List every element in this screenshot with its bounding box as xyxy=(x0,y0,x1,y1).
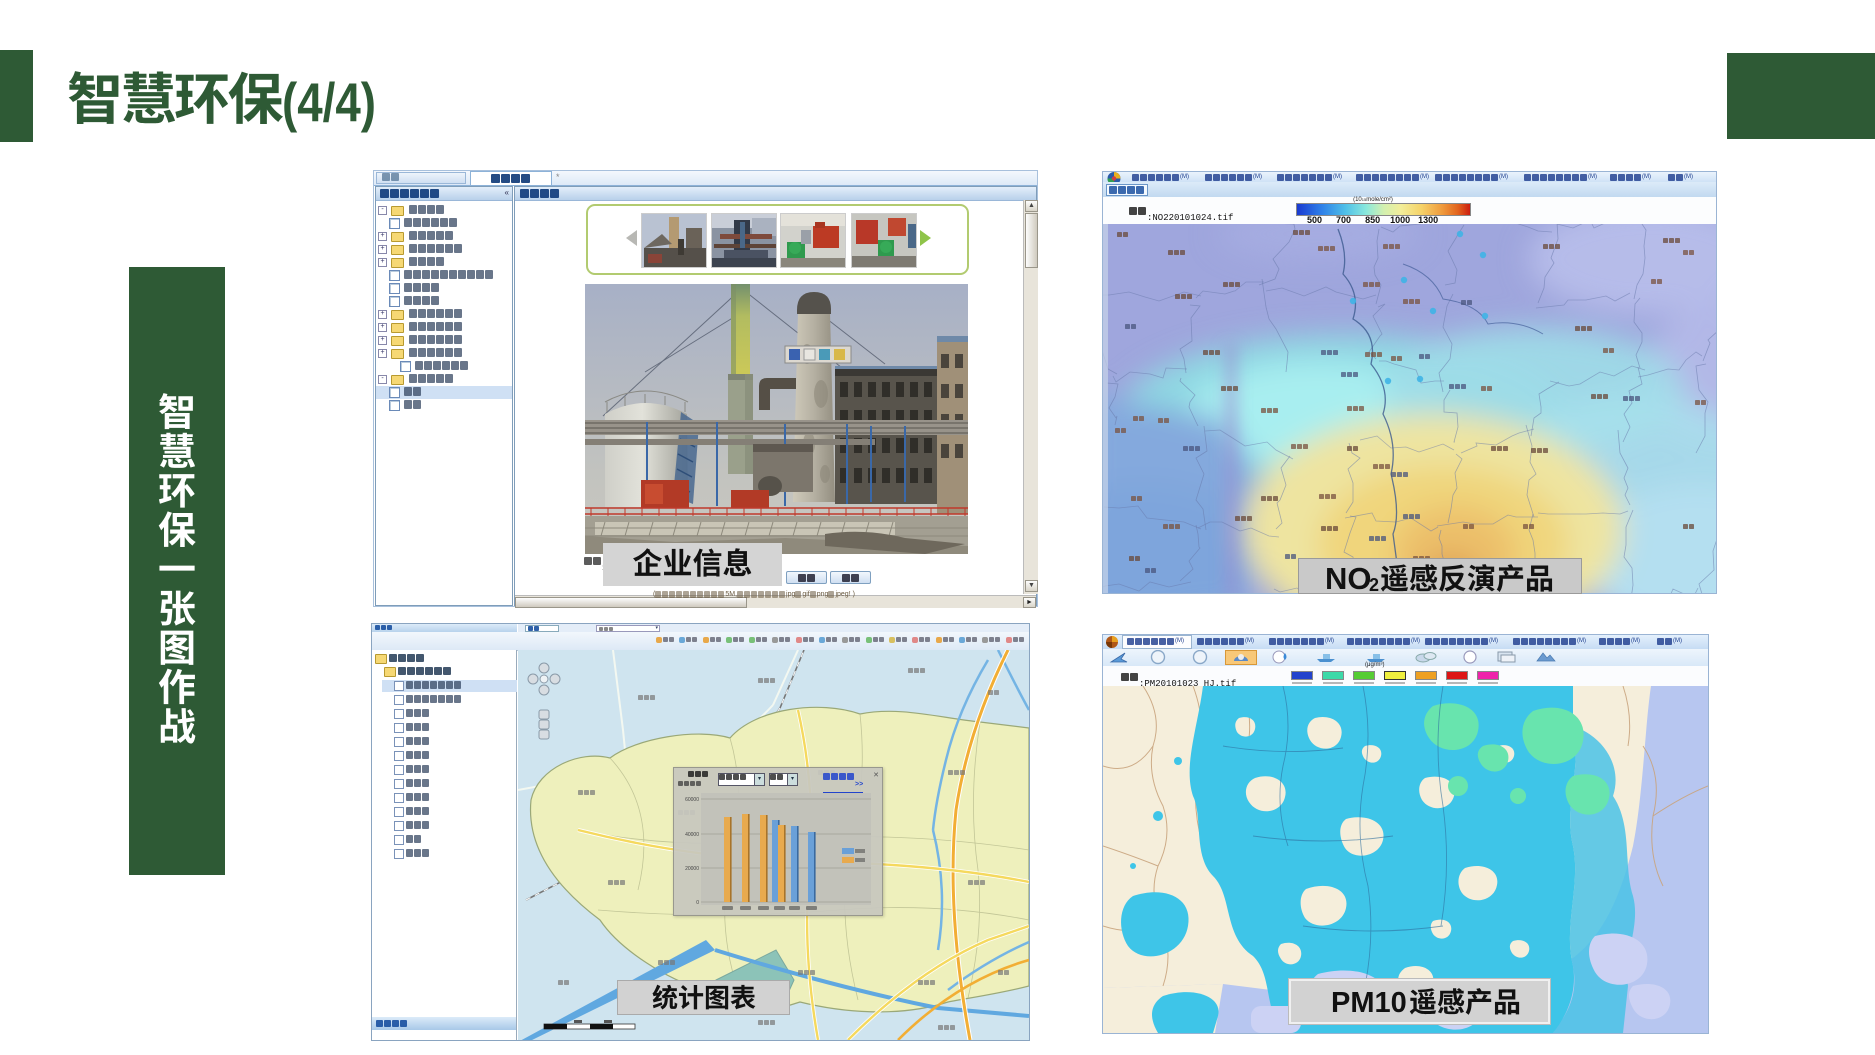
svg-text:NO: NO xyxy=(1325,561,1372,593)
svg-text:60000: 60000 xyxy=(685,797,699,803)
svg-text:(4/4): (4/4) xyxy=(282,71,376,133)
svg-text:PM10: PM10 xyxy=(1331,987,1407,1019)
svg-text:20000: 20000 xyxy=(685,866,699,872)
svg-text:40000: 40000 xyxy=(685,832,699,838)
svg-text:0: 0 xyxy=(696,900,699,906)
svg-text:2: 2 xyxy=(1369,575,1379,593)
